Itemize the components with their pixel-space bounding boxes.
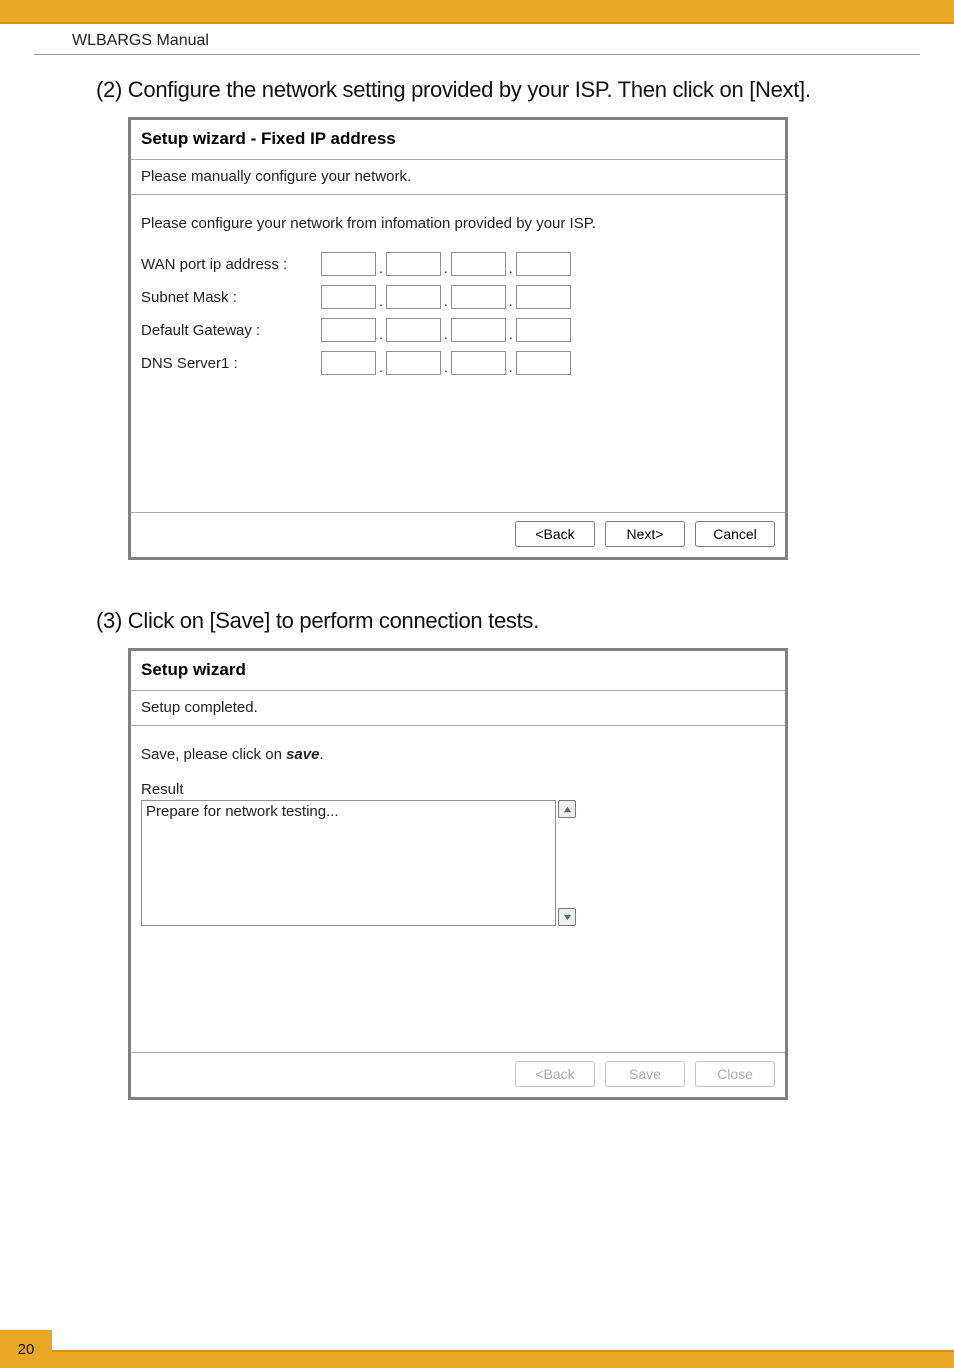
dot-sep: . — [441, 359, 451, 375]
wizard2-title: Setup wizard — [131, 651, 785, 691]
dot-sep: . — [441, 293, 451, 309]
gateway-octet-1[interactable] — [321, 318, 376, 342]
scroll-down-button[interactable] — [558, 908, 576, 926]
wizard-subtitle: Please manually configure your network. — [131, 160, 785, 195]
page-footer: 20 — [0, 1330, 954, 1368]
subnet-row: Subnet Mask : . . . — [141, 285, 775, 309]
next-button[interactable]: Next> — [605, 521, 685, 547]
wan-ip-label: WAN port ip address : — [141, 256, 321, 273]
gateway-octet-4[interactable] — [516, 318, 571, 342]
result-textarea: Prepare for network testing... — [141, 800, 556, 926]
wizard2-subtitle: Setup completed. — [131, 691, 785, 726]
save-instruction: Save, please click on save. — [141, 746, 775, 763]
dns1-octet-4[interactable] — [516, 351, 571, 375]
wizard-fixed-ip: Setup wizard - Fixed IP address Please m… — [128, 117, 788, 560]
dot-sep: . — [441, 326, 451, 342]
subnet-label: Subnet Mask : — [141, 289, 321, 306]
dot-sep: . — [506, 359, 516, 375]
step2-instruction: (2) Configure the network setting provid… — [96, 77, 954, 103]
wizard-complete: Setup wizard Setup completed. Save, plea… — [128, 648, 788, 1100]
wan-ip-row: WAN port ip address : . . . — [141, 252, 775, 276]
save-prefix: Save, please click on — [141, 746, 286, 763]
triangle-down-icon — [563, 913, 572, 922]
subnet-octet-2[interactable] — [386, 285, 441, 309]
dot-sep: . — [376, 359, 386, 375]
cancel-button[interactable]: Cancel — [695, 521, 775, 547]
dot-sep: . — [506, 293, 516, 309]
save-button-disabled: Save — [605, 1061, 685, 1087]
gateway-row: Default Gateway : . . . — [141, 318, 775, 342]
wizard-footer: <Back Next> Cancel — [131, 512, 785, 557]
wizard-title: Setup wizard - Fixed IP address — [131, 120, 785, 160]
subnet-octet-3[interactable] — [451, 285, 506, 309]
body-instruction: Please configure your network from infom… — [141, 215, 775, 232]
save-bold: save — [286, 746, 319, 763]
wan-ip-octet-1[interactable] — [321, 252, 376, 276]
top-accent-bar — [0, 0, 954, 24]
dot-sep: . — [506, 260, 516, 276]
step3-instruction: (3) Click on [Save] to perform connectio… — [96, 608, 954, 634]
back-button[interactable]: <Back — [515, 521, 595, 547]
wizard2-footer: <Back Save Close — [131, 1052, 785, 1097]
dns1-label: DNS Server1 : — [141, 355, 321, 372]
dns1-row: DNS Server1 : . . . — [141, 351, 775, 375]
subnet-octet-1[interactable] — [321, 285, 376, 309]
save-suffix: . — [319, 746, 323, 763]
dns1-octet-3[interactable] — [451, 351, 506, 375]
wan-ip-octet-2[interactable] — [386, 252, 441, 276]
dot-sep: . — [506, 326, 516, 342]
result-text-line: Prepare for network testing... — [146, 803, 339, 820]
triangle-up-icon — [563, 805, 572, 814]
wan-ip-octet-4[interactable] — [516, 252, 571, 276]
back-button-disabled: <Back — [515, 1061, 595, 1087]
gateway-octet-3[interactable] — [451, 318, 506, 342]
subnet-octet-4[interactable] — [516, 285, 571, 309]
gateway-octet-2[interactable] — [386, 318, 441, 342]
scroll-up-button[interactable] — [558, 800, 576, 818]
dns1-octet-2[interactable] — [386, 351, 441, 375]
dot-sep: . — [376, 326, 386, 342]
wan-ip-octet-3[interactable] — [451, 252, 506, 276]
gateway-label: Default Gateway : — [141, 322, 321, 339]
manual-header: WLBARGS Manual — [34, 24, 920, 55]
close-button-disabled: Close — [695, 1061, 775, 1087]
dns1-octet-1[interactable] — [321, 351, 376, 375]
dot-sep: . — [441, 260, 451, 276]
dot-sep: . — [376, 260, 386, 276]
result-label: Result — [141, 781, 775, 798]
dot-sep: . — [376, 293, 386, 309]
page-number: 20 — [0, 1330, 52, 1368]
